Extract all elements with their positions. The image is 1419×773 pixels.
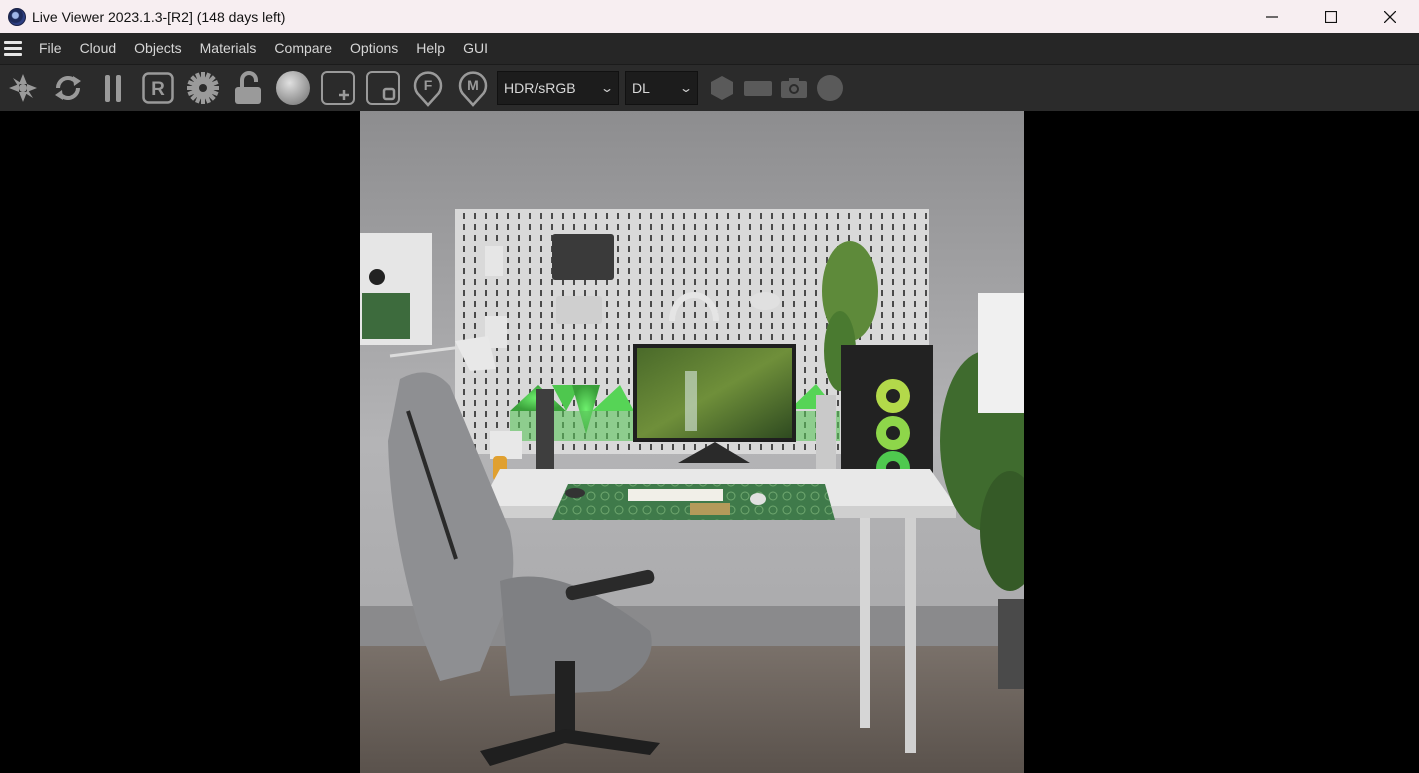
material-sphere-button[interactable] (270, 65, 315, 112)
menu-options[interactable]: Options (341, 33, 407, 64)
menu-help[interactable]: Help (407, 33, 454, 64)
menu-gui[interactable]: GUI (454, 33, 497, 64)
refresh-button[interactable] (45, 65, 90, 112)
menu-bar: File Cloud Objects Materials Compare Opt… (0, 33, 1419, 64)
color-space-select[interactable]: HDR/sRGB ⌄ (497, 71, 619, 105)
focus-pick-button[interactable]: F (405, 65, 450, 112)
hamburger-menu-icon[interactable] (4, 33, 30, 64)
chevron-down-icon: ⌄ (678, 81, 694, 95)
material-sphere-icon (275, 71, 310, 105)
svg-text:M: M (467, 77, 479, 93)
reset-render-icon (8, 74, 37, 102)
minimize-button[interactable] (1242, 0, 1301, 33)
maximize-icon (1324, 10, 1337, 23)
color-space-value: HDR/sRGB (504, 80, 576, 96)
render-scene-image (360, 111, 1024, 773)
app-icon (8, 7, 26, 26)
close-button[interactable] (1360, 0, 1419, 33)
material-pick-icon: M (458, 71, 487, 107)
menu-objects[interactable]: Objects (125, 33, 190, 64)
region-render-button[interactable]: R (135, 65, 180, 112)
material-pick-button[interactable]: M (450, 65, 495, 112)
maximize-button[interactable] (1301, 0, 1360, 33)
clay-mode-button[interactable] (360, 65, 405, 112)
clay-mode-icon (365, 71, 400, 105)
hexagon-button[interactable] (704, 65, 740, 112)
settings-gear-icon (186, 72, 219, 104)
window-title: Live Viewer 2023.1.3-[R2] (148 days left… (32, 8, 286, 25)
circle-button[interactable] (812, 65, 848, 112)
hexagon-icon (711, 76, 733, 100)
settings-button[interactable] (180, 65, 225, 112)
pause-icon (104, 75, 121, 102)
menu-file[interactable]: File (30, 33, 71, 64)
menu-materials[interactable]: Materials (191, 33, 266, 64)
add-region-button[interactable] (315, 65, 360, 112)
circle-icon (817, 75, 843, 101)
rectangle-button[interactable] (740, 65, 776, 112)
refresh-icon (54, 76, 81, 100)
focus-pick-icon: F (413, 71, 442, 107)
window-controls (1242, 0, 1419, 33)
menu-cloud[interactable]: Cloud (71, 33, 126, 64)
toolbar: R F M HDR/sRGB ⌄ DL ⌄ (0, 64, 1419, 111)
lock-icon (234, 71, 261, 104)
minimize-icon (1265, 15, 1278, 18)
svg-text:R: R (151, 79, 165, 100)
kernel-select[interactable]: DL ⌄ (625, 71, 698, 105)
rendered-image (360, 111, 1024, 773)
lock-button[interactable] (225, 65, 270, 112)
camera-button[interactable] (776, 65, 812, 112)
title-bar: Live Viewer 2023.1.3-[R2] (148 days left… (0, 0, 1419, 33)
add-region-icon (320, 71, 355, 105)
menu-compare[interactable]: Compare (265, 33, 341, 64)
render-viewport[interactable] (0, 111, 1419, 773)
kernel-value: DL (632, 80, 650, 96)
region-r-icon: R (141, 72, 174, 104)
close-icon (1383, 10, 1396, 23)
chevron-down-icon: ⌄ (599, 81, 615, 95)
svg-text:F: F (423, 77, 432, 93)
rectangle-icon (744, 81, 772, 96)
pause-button[interactable] (90, 65, 135, 112)
reset-render-button[interactable] (0, 65, 45, 112)
camera-icon (781, 78, 807, 98)
